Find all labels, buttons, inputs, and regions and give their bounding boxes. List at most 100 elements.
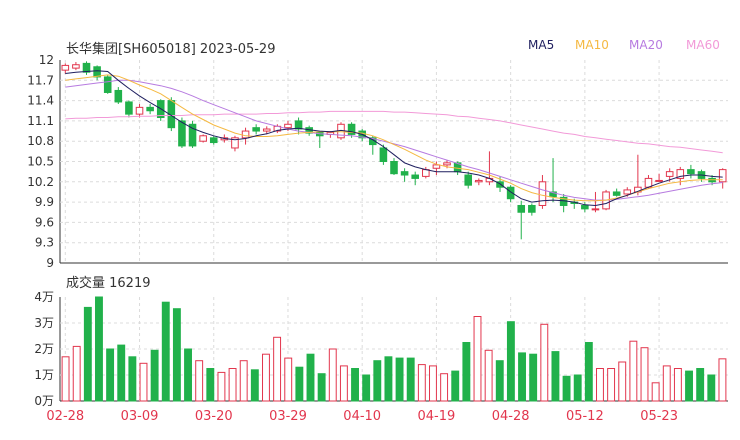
candle-body: [241, 130, 250, 139]
candle-body: [687, 169, 695, 175]
volume-bar: [306, 353, 315, 402]
volume-bar: [217, 371, 226, 402]
chart-canvas: 12 11.7 11.4 11.1 10.8 10.5 10.2 9.9 9.6 9.3 9 4万 3万…: [27, 53, 728, 424]
candle-body: [538, 181, 547, 206]
volume-bar: [484, 349, 493, 402]
volume-bar: [61, 356, 70, 402]
volume-bar: [429, 365, 437, 402]
volume-bar: [696, 368, 705, 402]
ma5-line: [65, 70, 723, 207]
volume-bar: [495, 360, 504, 402]
candle-body: [612, 191, 621, 196]
candle-body: [199, 135, 207, 142]
volume-bar: [339, 365, 348, 402]
volume-bar: [295, 366, 304, 402]
candle-body: [135, 106, 144, 115]
volume-bar: [584, 342, 593, 402]
candle-body: [125, 101, 133, 115]
date-tick-label: 02-28: [46, 409, 84, 424]
volume-bar: [161, 301, 170, 402]
volume-bar: [328, 348, 337, 402]
volume-bar: [629, 340, 638, 402]
price-tick-label: 9.9: [35, 195, 54, 209]
volume-bar: [139, 362, 148, 402]
volume-bar: [518, 352, 526, 402]
volume-bar: [473, 316, 482, 402]
volume-bar: [262, 353, 270, 402]
price-tick-label: 10.2: [27, 175, 54, 189]
volume-bar: [128, 356, 137, 402]
volume-bar: [95, 296, 103, 402]
candle-body: [517, 204, 526, 213]
volume-bar: [284, 357, 293, 402]
volume-bar: [718, 358, 727, 402]
volume-bar: [618, 361, 627, 402]
price-tick-label: 10.8: [27, 134, 54, 148]
price-tick-label: 11.1: [27, 114, 54, 128]
candle-body: [581, 204, 589, 210]
candle-body: [178, 120, 186, 147]
price-tick-label: 11.4: [27, 94, 54, 108]
volume-bar: [451, 370, 460, 402]
volume-bar: [117, 344, 126, 402]
candle-body: [475, 179, 483, 183]
volume-bar: [317, 373, 326, 402]
volume-bar: [640, 347, 649, 402]
volume-bar: [707, 374, 716, 402]
price-tick-label: 9.3: [35, 236, 54, 250]
volume-bar: [106, 348, 115, 402]
volume-bar: [573, 374, 582, 402]
volume-bar: [184, 348, 192, 402]
volume-bar: [607, 368, 616, 402]
stock-chart-panel: 长华集团[SH605018] 2023-05-29 MA5 MA10 MA20 …: [0, 0, 740, 440]
price-tick-label: 9.6: [35, 215, 54, 229]
volume-tick-label: 3万: [34, 316, 54, 330]
volume-bar: [406, 357, 415, 402]
volume-bar: [150, 349, 159, 402]
volume-tick-label: 1万: [34, 368, 54, 382]
candle-body: [665, 171, 674, 177]
volume-bar: [250, 369, 259, 402]
volume-tick-label: 4万: [34, 290, 54, 304]
date-tick-label: 04-28: [492, 409, 530, 424]
volume-bar: [562, 375, 571, 402]
candle-body: [93, 66, 101, 78]
volume-tick-label: 0万: [34, 394, 54, 408]
candle-body: [623, 189, 632, 195]
candle-body: [209, 137, 218, 144]
volume-bar: [395, 357, 404, 402]
volume-bar: [673, 368, 682, 402]
volume-bar: [529, 353, 538, 402]
date-tick-label: 03-29: [269, 409, 307, 424]
date-tick-label: 03-09: [121, 409, 159, 424]
candle-body: [146, 106, 154, 112]
volume-tick-label: 2万: [34, 342, 54, 356]
volume-bar: [83, 306, 92, 402]
volume-bar: [440, 373, 449, 402]
volume-bar: [685, 370, 693, 402]
candle-body: [432, 164, 441, 169]
volume-bar: [362, 374, 371, 402]
candle-body: [591, 208, 600, 211]
volume-bar: [172, 308, 181, 402]
date-tick-label: 04-10: [343, 409, 381, 424]
candle-body: [61, 64, 70, 71]
volume-bar: [228, 368, 237, 402]
date-tick-label: 03-20: [195, 409, 233, 424]
candle-body: [114, 89, 123, 103]
price-tick-label: 12: [39, 53, 54, 67]
volume-bar: [662, 365, 671, 402]
candle-body: [262, 128, 271, 132]
volume-bar: [351, 368, 359, 402]
volume-bar: [239, 360, 248, 402]
volume-bar: [462, 342, 471, 402]
date-tick-label: 04-19: [418, 409, 456, 424]
date-tick-label: 05-12: [566, 409, 604, 424]
volume-bar: [417, 364, 426, 402]
volume-bar: [206, 368, 215, 402]
price-tick-label: 9: [46, 256, 54, 270]
volume-bar: [540, 323, 549, 402]
candle-body: [464, 174, 473, 186]
volume-bar: [596, 368, 604, 402]
candle-body: [411, 174, 419, 179]
